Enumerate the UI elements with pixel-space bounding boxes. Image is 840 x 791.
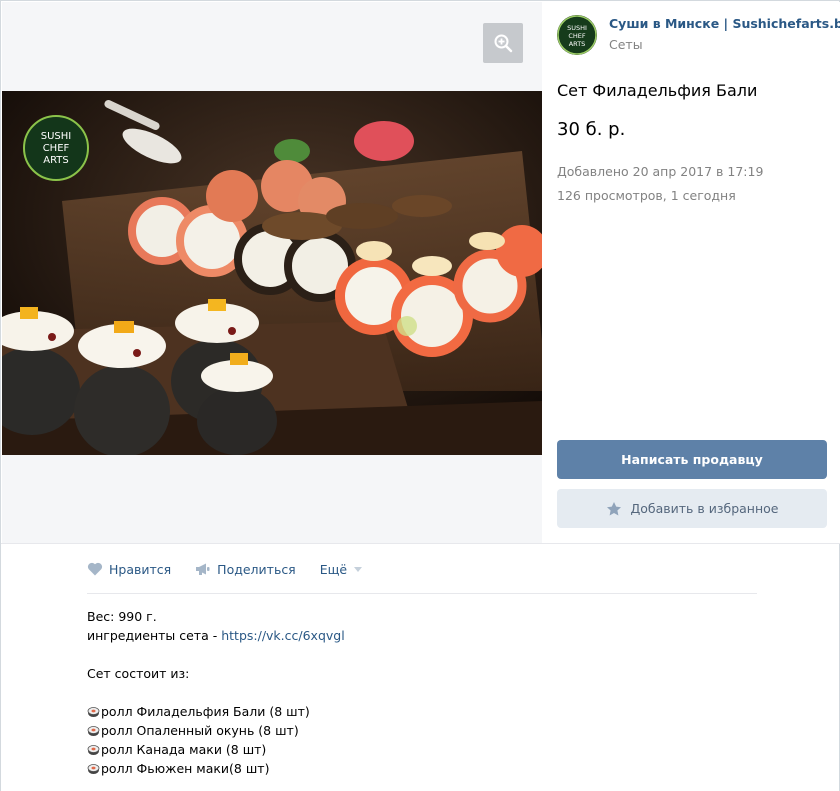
roll-line: ролл Опаленный окунь (8 шт) <box>87 721 345 740</box>
svg-text:CHEF: CHEF <box>43 143 70 154</box>
market-item-window: SUSHI CHEF ARTS SUSHI CHEF ARTS Суши в М… <box>0 0 840 791</box>
like-label: Нравится <box>109 561 172 577</box>
item-description: Вес: 990 г. ингредиенты сета - https://v… <box>87 607 345 778</box>
star-icon <box>606 501 622 517</box>
ingredients-label: ингредиенты сета - <box>87 628 222 643</box>
write-seller-button[interactable]: Написать продавцу <box>557 440 827 479</box>
add-favorite-button[interactable]: Добавить в избранное <box>557 489 827 528</box>
zoom-button[interactable] <box>483 23 523 63</box>
group-category[interactable]: Сеты <box>609 37 643 52</box>
product-photo[interactable]: SUSHI CHEF ARTS <box>2 91 542 455</box>
share-button[interactable]: Поделиться <box>195 562 296 577</box>
item-price: 30 б. р. <box>557 119 626 140</box>
megaphone-icon <box>196 563 210 575</box>
ingredients-line: ингредиенты сета - https://vk.cc/6xqvgl <box>87 626 345 645</box>
sushi-roll-icon <box>87 726 100 736</box>
svg-text:ARTS: ARTS <box>43 155 69 166</box>
caret-down-icon <box>354 566 363 572</box>
roll-line: ролл Канада маки (8 шт) <box>87 740 345 759</box>
like-button[interactable]: Нравится <box>87 562 171 577</box>
item-title: Сет Филадельфия Бали <box>557 81 758 100</box>
roll-name: ролл Фьюжен маки(8 шт) <box>101 761 270 776</box>
roll-name: ролл Канада маки (8 шт) <box>101 742 267 757</box>
roll-line: ролл Фьюжен маки(8 шт) <box>87 759 345 778</box>
consists-of-line: Сет состоит из: <box>87 666 190 681</box>
roll-name: ролл Филадельфия Бали (8 шт) <box>101 704 310 719</box>
section-divider <box>1 543 840 544</box>
photo-panel: SUSHI CHEF ARTS <box>2 2 542 543</box>
svg-text:SUSHI: SUSHI <box>41 131 71 142</box>
add-favorite-label: Добавить в избранное <box>630 501 779 516</box>
sushi-roll-icon <box>87 764 100 774</box>
weight-line: Вес: 990 г. <box>87 609 157 624</box>
heart-icon <box>87 562 103 576</box>
item-info-panel: SUSHI CHEF ARTS Суши в Минске | Sushiche… <box>542 2 840 543</box>
item-actions: Нравится Поделиться Ещё <box>87 560 392 578</box>
sushi-set-image: SUSHI CHEF ARTS <box>2 91 542 455</box>
item-views: 126 просмотров, 1 сегодня <box>557 188 736 203</box>
svg-text:ARTS: ARTS <box>569 40 586 48</box>
item-added-date: Добавлено 20 апр 2017 в 17:19 <box>557 164 764 179</box>
more-label: Ещё <box>319 561 348 577</box>
share-label: Поделиться <box>217 561 296 577</box>
more-button[interactable]: Ещё <box>320 562 368 577</box>
actions-divider <box>87 593 757 594</box>
roll-name: ролл Опаленный окунь (8 шт) <box>101 723 299 738</box>
svg-text:SUSHI: SUSHI <box>567 24 587 32</box>
group-name-link[interactable]: Суши в Минске | Sushichefarts.by <box>609 16 840 31</box>
sushi-roll-icon <box>87 707 100 717</box>
roll-line: ролл Филадельфия Бали (8 шт) <box>87 702 345 721</box>
sushi-roll-icon <box>87 745 100 755</box>
sushi-chef-arts-logo: SUSHI CHEF ARTS <box>23 115 89 181</box>
write-seller-label: Написать продавцу <box>621 452 763 467</box>
group-avatar[interactable]: SUSHI CHEF ARTS <box>557 15 597 55</box>
ingredients-link[interactable]: https://vk.cc/6xqvgl <box>221 628 344 643</box>
svg-text:CHEF: CHEF <box>568 32 586 40</box>
zoom-in-icon <box>494 34 513 53</box>
